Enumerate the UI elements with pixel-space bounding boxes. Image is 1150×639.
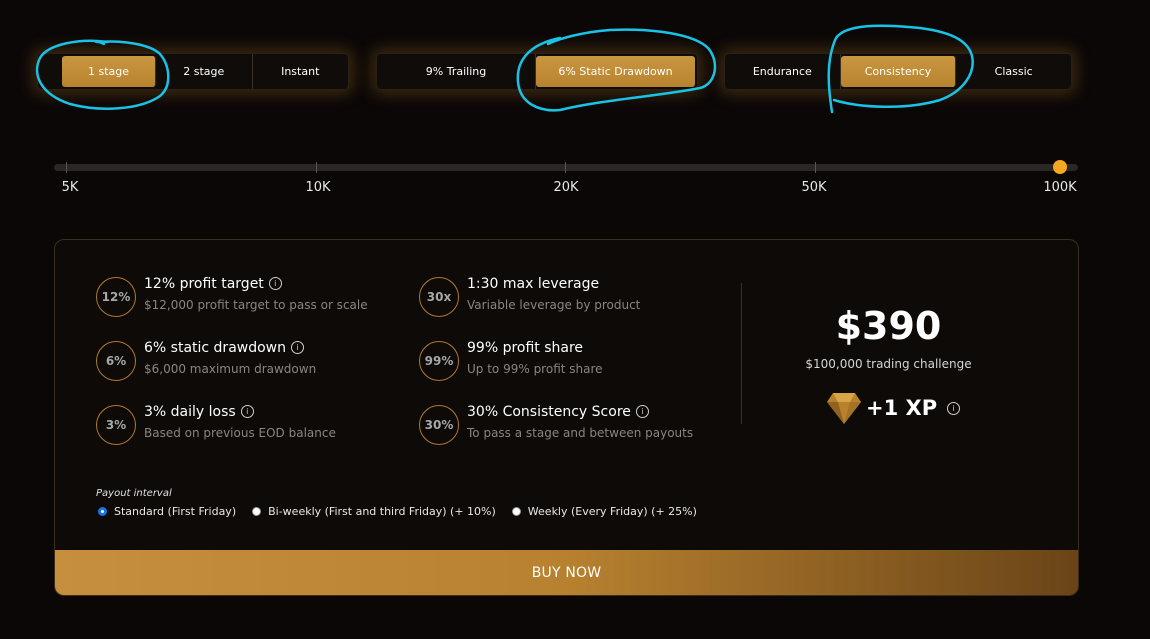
style-option-consistency[interactable]: Consistency <box>840 56 957 87</box>
feature-title: 1:30 max leverage <box>467 276 600 292</box>
feature-subtitle: Up to 99% profit share <box>467 362 603 376</box>
drawdown-option-static[interactable]: 6% Static Drawdown <box>536 56 695 87</box>
radio-label: Weekly (Every Friday) (+ 25%) <box>527 505 697 518</box>
slider-tick <box>316 162 317 173</box>
info-icon[interactable]: i <box>291 341 304 354</box>
slider-tick <box>565 162 566 173</box>
radio-button[interactable] <box>511 507 521 516</box>
tick-label-5k[interactable]: 5K <box>62 180 79 195</box>
feature-subtitle: $12,000 profit target to pass or scale <box>144 298 368 312</box>
info-icon[interactable]: i <box>635 405 649 418</box>
xp-text: +1 XP <box>866 396 938 420</box>
stage-option-1-stage[interactable]: 1 stage <box>62 56 156 87</box>
payout-interval-radio-group: Standard (First Friday) Bi-weekly (First… <box>98 505 713 518</box>
stage-toggle-group: 1 stage 2 stage Instant <box>37 53 349 90</box>
feature-subtitle: Variable leverage by product <box>467 298 641 312</box>
radio-button[interactable] <box>98 507 107 516</box>
tick-label-20k[interactable]: 20K <box>553 180 578 195</box>
tick-label-10k[interactable]: 10K <box>305 180 330 195</box>
stage-option-instant[interactable]: Instant <box>253 54 349 89</box>
tick-label-50k[interactable]: 50K <box>801 180 826 195</box>
slider-tick <box>66 162 67 173</box>
account-size-slider[interactable] <box>54 164 1078 171</box>
slider-thumb[interactable] <box>1053 160 1067 174</box>
feature-subtitle: $6,000 maximum drawdown <box>144 362 317 376</box>
payout-option-standard[interactable]: Standard (First Friday) <box>98 505 236 518</box>
info-icon[interactable]: i <box>947 401 961 415</box>
xp-reward: +1 XP i <box>826 391 961 425</box>
price: $390 <box>835 304 942 348</box>
payout-option-biweekly[interactable]: Bi-weekly (First and third Friday) (+ 10… <box>252 505 496 518</box>
payout-interval-label: Payout interval <box>96 488 172 499</box>
drawdown-option-trailing[interactable]: 9% Trailing <box>377 54 536 89</box>
diamond-icon <box>827 393 861 424</box>
vertical-divider <box>741 283 742 424</box>
feature-title: 3% daily loss <box>144 404 236 420</box>
payout-option-weekly[interactable]: Weekly (Every Friday) (+ 25%) <box>511 505 697 518</box>
radio-button[interactable] <box>252 507 262 516</box>
feature-badge: 30x <box>419 277 459 317</box>
buy-now-button[interactable]: BUY NOW <box>55 550 1078 595</box>
feature-title: 30% Consistency Score <box>467 404 631 420</box>
challenge-card: 12% 12% profit target i $12,000 profit ta… <box>54 239 1079 596</box>
feature-badge: 30% <box>419 405 459 445</box>
feature-badge: 12% <box>96 277 136 317</box>
radio-label: Bi-weekly (First and third Friday) (+ 10… <box>268 505 496 518</box>
feature-badge: 6% <box>96 341 136 381</box>
feature-title: 12% profit target <box>144 276 264 292</box>
slider-tick <box>815 162 816 173</box>
stage-option-2-stage[interactable]: 2 stage <box>156 54 253 89</box>
feature-badge: 3% <box>96 405 136 445</box>
style-toggle-group: Endurance Consistency Classic <box>724 53 1072 90</box>
info-icon[interactable]: i <box>240 405 254 418</box>
radio-label: Standard (First Friday) <box>114 505 237 518</box>
feature-title: 99% profit share <box>467 340 584 356</box>
feature-subtitle: Based on previous EOD balance <box>144 426 336 440</box>
price-subtitle: $100,000 trading challenge <box>805 357 972 371</box>
feature-title: 6% static drawdown <box>144 340 286 356</box>
info-icon[interactable]: i <box>268 277 282 290</box>
tick-label-100k[interactable]: 100K <box>1043 180 1076 195</box>
style-option-classic[interactable]: Classic <box>956 54 1071 89</box>
drawdown-toggle-group: 9% Trailing 6% Static Drawdown <box>376 53 698 90</box>
feature-badge: 99% <box>419 341 459 381</box>
style-option-endurance[interactable]: Endurance <box>725 54 841 89</box>
feature-subtitle: To pass a stage and between payouts <box>467 426 694 440</box>
